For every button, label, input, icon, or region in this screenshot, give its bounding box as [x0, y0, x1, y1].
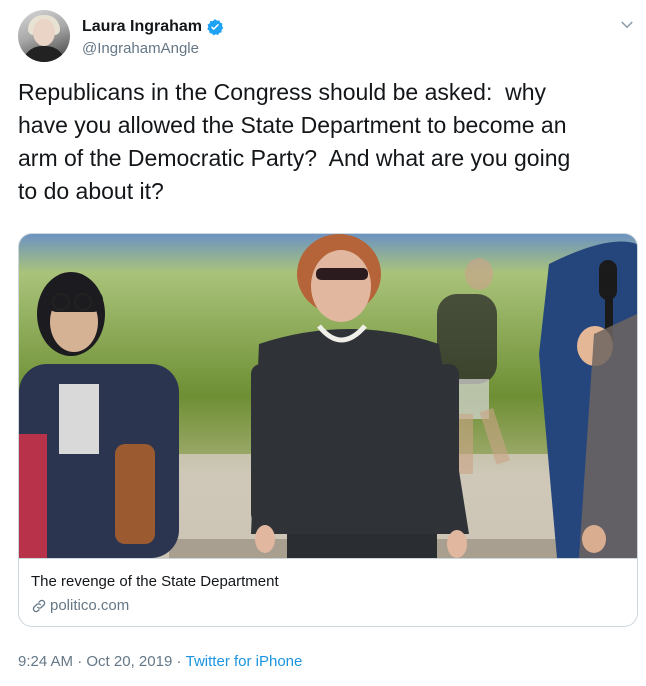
link-card[interactable]: The revenge of the State Department poli… [18, 233, 638, 627]
footer-separator: · [73, 653, 87, 670]
author-name-row[interactable]: Laura Ingraham [82, 18, 224, 36]
card-meta[interactable]: The revenge of the State Department poli… [19, 558, 637, 626]
card-photo [19, 234, 637, 558]
verified-badge-icon [207, 19, 224, 36]
link-icon [32, 599, 46, 612]
tweet-date[interactable]: Oct 20, 2019 [86, 653, 172, 670]
footer-separator-2: · [172, 653, 186, 670]
tweet-source-link[interactable]: Twitter for iPhone [186, 653, 303, 670]
avatar-face [33, 19, 55, 46]
tweet-time[interactable]: 9:24 AM [18, 653, 73, 670]
tweet-header: Laura Ingraham @IngrahamAngle [18, 10, 638, 66]
card-title[interactable]: The revenge of the State Department [31, 573, 279, 590]
card-domain-text: politico.com [50, 597, 130, 614]
card-domain[interactable]: politico.com [31, 597, 129, 614]
card-image[interactable] [19, 234, 637, 558]
chevron-down-icon[interactable] [618, 16, 636, 34]
author-name[interactable]: Laura Ingraham [82, 18, 202, 36]
tweet-text: Republicans in the Congress should be as… [18, 79, 571, 204]
avatar-shoulders [22, 46, 66, 62]
avatar[interactable] [18, 10, 70, 62]
tweet-footer: 9:24 AM · Oct 20, 2019 · Twitter for iPh… [18, 653, 302, 670]
author-handle[interactable]: @IngrahamAngle [82, 40, 199, 57]
